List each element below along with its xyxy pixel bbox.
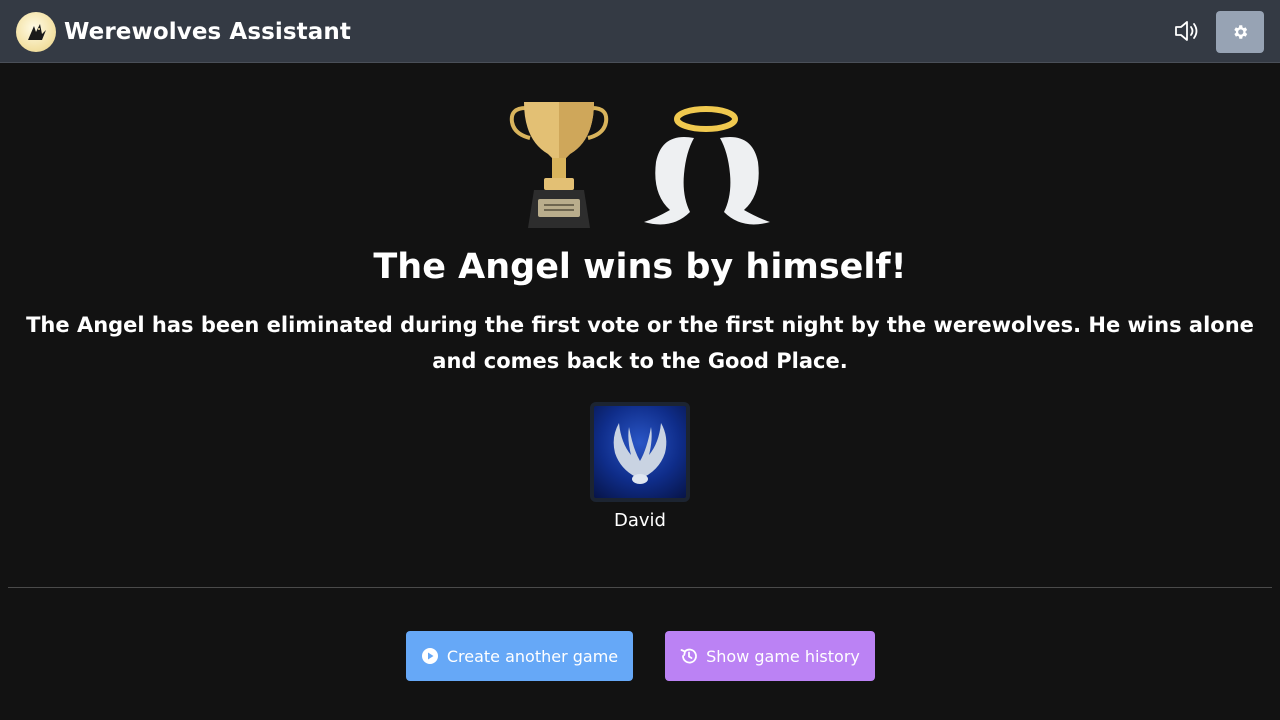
victory-description: The Angel has been eliminated during the… [26,313,1254,373]
divider [8,587,1272,588]
trophy-icon [508,100,610,230]
werewolf-logo-icon[interactable] [16,12,56,52]
create-another-game-label: Create another game [446,646,619,666]
settings-button[interactable] [1216,11,1264,53]
winner-player-card: David [590,402,690,532]
gear-icon [1234,25,1248,39]
history-icon [680,648,697,664]
volume-icon [1175,21,1198,41]
angel-role-icon [590,402,690,502]
winner-player-name: David [614,510,666,531]
play-circle-icon [421,648,438,664]
navbar: Werewolves Assistant [0,0,1280,63]
create-another-game-button[interactable]: Create another game [406,631,633,681]
sound-toggle-button[interactable] [1172,16,1202,46]
victory-headline: The Angel wins by himself! [373,247,907,287]
app-title[interactable]: Werewolves Assistant [64,14,351,50]
show-game-history-button[interactable]: Show game history [665,631,875,681]
show-game-history-label: Show game history [706,646,860,666]
angel-wings-icon [642,102,772,228]
